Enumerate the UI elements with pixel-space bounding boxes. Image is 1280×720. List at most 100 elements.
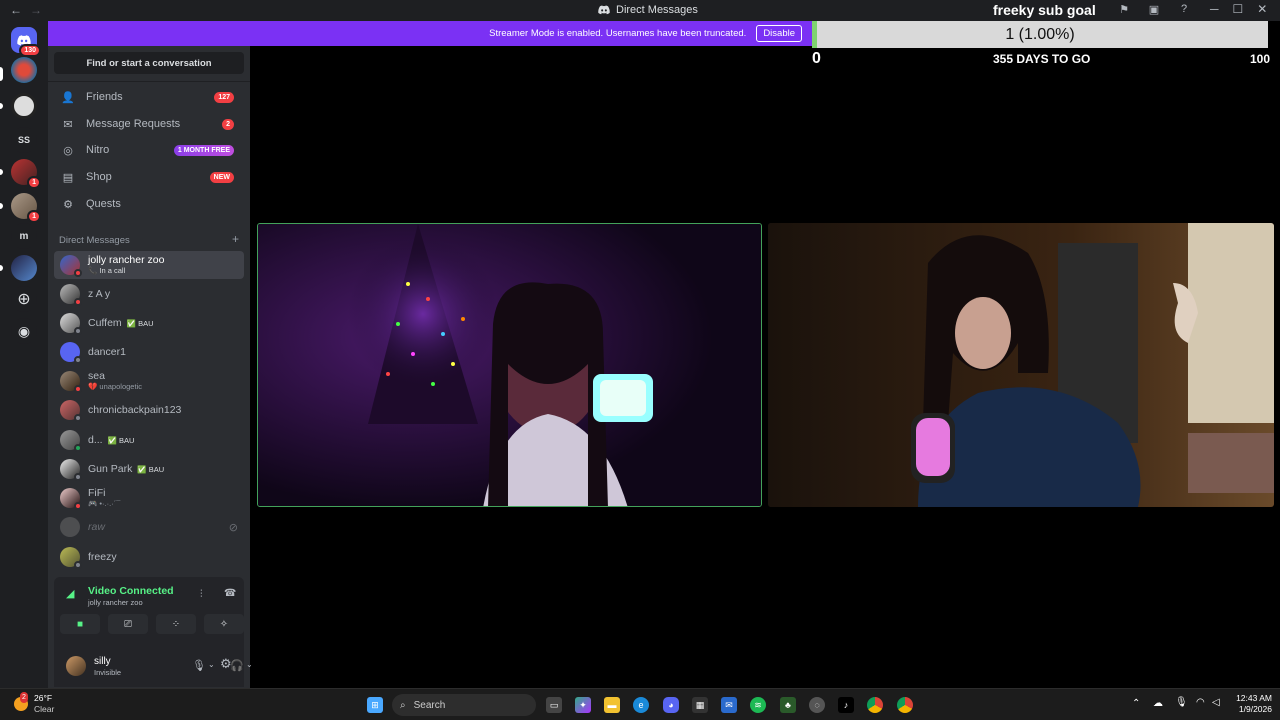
chrome-icon[interactable] — [867, 697, 883, 713]
camera-button[interactable]: ■ — [60, 614, 100, 634]
taskbar-search[interactable]: ⌕ Search — [392, 694, 536, 716]
activities-button[interactable]: ⁘ — [156, 614, 196, 634]
nav-quests[interactable]: ⚙ Quests — [54, 192, 244, 216]
nav-friends[interactable]: 👤 Friends 127 — [54, 85, 244, 109]
soundboard-icon: ✧ — [219, 618, 229, 630]
dm-item[interactable]: Gun Park ✅ BAU — [54, 455, 244, 483]
dm-item[interactable]: chronicbackpain123 — [54, 396, 244, 424]
discord-taskbar-icon[interactable]: ◕ — [663, 697, 679, 713]
volume-icon[interactable]: ◁ — [1212, 697, 1220, 708]
windows-start-icon[interactable]: ⊞ — [367, 697, 383, 713]
noise-suppression-icon[interactable]: ⫶ — [200, 589, 203, 600]
weather-temp: 26°F — [34, 693, 53, 703]
disable-button[interactable]: Disable — [756, 25, 802, 42]
server-avatar-icon[interactable] — [11, 93, 37, 119]
chevron-down-icon[interactable]: ⌄ — [246, 660, 253, 669]
activities-icon: ⁘ — [171, 618, 181, 630]
headphones-icon[interactable]: 🎧 — [230, 659, 244, 672]
add-dm-icon[interactable]: + — [232, 233, 239, 246]
requests-badge: 2 — [222, 118, 234, 130]
chrome-icon[interactable] — [897, 697, 913, 713]
server-m[interactable]: m — [11, 223, 37, 249]
maximize-button[interactable]: ☐ — [1233, 2, 1244, 16]
spotify-icon[interactable]: ≋ — [750, 697, 766, 713]
inbox-icon[interactable]: ▣ — [1148, 3, 1160, 16]
dm-item[interactable]: dancer1 — [54, 338, 244, 366]
dm-tag: ✅ BAU — [107, 435, 135, 445]
forward-icon[interactable]: → — [30, 3, 42, 17]
video-tile-jolly-rancher-zoo[interactable] — [257, 223, 762, 507]
file-explorer-icon[interactable]: ▬ — [604, 697, 620, 713]
settings-gear-icon[interactable]: ⚙ — [220, 656, 232, 672]
dm-item[interactable]: FiFi 🎮 •·.·.·´¯ — [54, 484, 244, 512]
dm-name: d... — [88, 433, 103, 446]
avatar — [60, 459, 82, 481]
dm-item[interactable]: freezy — [54, 543, 244, 571]
chevron-down-icon[interactable]: ⌄ — [208, 660, 215, 669]
screen-share-button[interactable]: ⎚ — [108, 614, 148, 634]
app-icon[interactable]: ♣ — [780, 697, 796, 713]
server-avatar-icon[interactable] — [11, 255, 37, 281]
voice-channel[interactable]: jolly rancher zoo — [88, 598, 143, 607]
video-feed — [258, 224, 761, 506]
dm-item[interactable]: z A y — [54, 280, 244, 308]
steam-icon[interactable]: ◌ — [809, 697, 825, 713]
dm-item[interactable]: d... ✅ BAU — [54, 426, 244, 454]
chevron-up-icon[interactable]: ⌃ — [1132, 698, 1140, 709]
add-server-icon[interactable]: ⊕ — [11, 286, 37, 312]
edge-icon[interactable]: e — [633, 697, 649, 713]
task-view-icon[interactable]: ▭ — [546, 697, 562, 713]
dm-item[interactable]: raw ⊘ — [54, 513, 244, 541]
dm-status: 💔 unapologetic — [88, 382, 142, 391]
store-icon[interactable]: ▦ — [692, 697, 708, 713]
window-title-area: Direct Messages — [598, 4, 698, 16]
clock-time: 12:43 AM — [1236, 693, 1272, 703]
weather-badge: 2 — [20, 692, 28, 703]
nav-shop[interactable]: ▤ Shop NEW — [54, 165, 244, 189]
discord-logo-icon — [598, 5, 610, 15]
avatar[interactable] — [66, 656, 86, 676]
close-button[interactable]: ✕ — [1257, 2, 1267, 16]
quests-icon: ⚙ — [63, 198, 73, 211]
wifi-icon[interactable]: ◠ — [1196, 697, 1205, 708]
shop-badge: NEW — [209, 171, 234, 183]
dm-item[interactable]: sea 💔 unapologetic — [54, 367, 244, 395]
back-icon[interactable]: ← — [10, 3, 22, 17]
server-avatar-icon[interactable]: 1 — [11, 159, 41, 189]
avatar — [60, 284, 82, 306]
weather-moon-icon: 2 — [14, 692, 28, 711]
server-avatar-icon[interactable]: 1 — [11, 193, 41, 223]
minimize-button[interactable]: ─ — [1210, 2, 1219, 16]
video-tile-self[interactable] — [768, 223, 1274, 507]
nav-nitro[interactable]: ◎ Nitro 1 MONTH FREE — [54, 138, 244, 162]
dm-item[interactable]: Cuffem ✅ BAU — [54, 309, 244, 337]
nav-label: Nitro — [86, 144, 110, 156]
disconnect-icon[interactable]: ☎ — [224, 588, 236, 599]
weather-widget[interactable]: 2 26°F Clear — [14, 692, 54, 715]
onedrive-icon[interactable]: ☁ — [1153, 698, 1163, 709]
find-conversation-input[interactable]: Find or start a conversation — [54, 52, 244, 74]
microphone-icon[interactable]: 🎙 — [1175, 697, 1188, 708]
soundboard-button[interactable]: ✧ — [204, 614, 244, 634]
explore-icon[interactable]: ◉ — [11, 318, 37, 344]
dm-tag: ✅ BAU — [137, 464, 165, 474]
copilot-icon[interactable]: ✦ — [575, 697, 591, 713]
server-avatar-icon[interactable] — [11, 57, 37, 83]
video-feed — [768, 223, 1274, 507]
outlook-icon[interactable]: ✉ — [721, 697, 737, 713]
discord-home-icon[interactable]: 130 — [11, 27, 41, 57]
tiktok-icon[interactable]: ♪ — [838, 697, 854, 713]
nav-label: Friends — [86, 91, 123, 103]
mail-icon: ✉ — [63, 118, 73, 131]
streamer-mode-banner: Streamer Mode is enabled. Usernames have… — [48, 21, 812, 46]
flag-icon[interactable]: ⚑ — [1118, 3, 1130, 16]
dm-item[interactable]: jolly rancher zoo 📞 In a call — [54, 251, 244, 279]
nav-label: Quests — [86, 198, 121, 210]
sub-goal-max: 100 — [1250, 52, 1271, 66]
microphone-icon[interactable]: 🎙 — [192, 659, 206, 672]
taskbar-clock[interactable]: 12:43 AM 1/9/2026 — [1232, 693, 1272, 715]
server-ss[interactable]: SS — [11, 127, 37, 153]
dm-name: Cuffem — [88, 316, 122, 329]
help-icon[interactable]: ? — [1178, 3, 1190, 15]
nav-message-requests[interactable]: ✉ Message Requests 2 — [54, 112, 244, 136]
